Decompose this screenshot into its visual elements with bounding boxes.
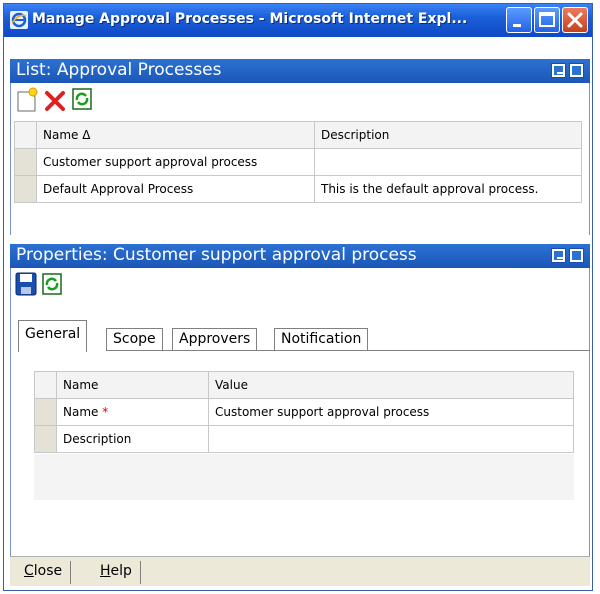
- column-header-description[interactable]: Description: [314, 121, 582, 149]
- property-name-label: Name: [63, 405, 99, 419]
- list-panel-header: List: Approval Processes: [10, 59, 590, 83]
- grid-header-row: Name Value: [34, 371, 574, 399]
- property-value-cell[interactable]: [208, 425, 574, 453]
- properties-panel-header: Properties: Customer support approval pr…: [10, 244, 590, 268]
- table-header-row: Name Δ Description: [14, 121, 582, 149]
- tab-divider: [106, 350, 590, 351]
- property-value-cell[interactable]: Customer support approval process: [208, 398, 574, 426]
- close-icon: [567, 12, 583, 28]
- row-header-cell[interactable]: [14, 175, 37, 203]
- row-description-cell[interactable]: This is the default approval process.: [314, 175, 582, 203]
- grid-empty-area: [34, 454, 574, 500]
- maximize-panel-icon: [572, 251, 581, 260]
- minimize-panel-icon: [554, 66, 564, 75]
- table-row[interactable]: Customer support approval process: [14, 148, 582, 176]
- refresh-icon[interactable]: [41, 272, 63, 300]
- grid-row[interactable]: Description: [34, 425, 574, 453]
- close-button[interactable]: Close: [16, 561, 72, 584]
- tab-approvers[interactable]: Approvers: [172, 328, 258, 351]
- properties-grid: Name Value Name * Customer support appro…: [34, 371, 574, 453]
- minimize-icon: [513, 24, 521, 27]
- tab-notification[interactable]: Notification: [274, 328, 369, 351]
- property-name-cell: Description: [56, 425, 209, 453]
- column-header-name: Name: [56, 371, 209, 399]
- property-name-cell: Name *: [56, 398, 209, 426]
- delete-icon[interactable]: [43, 89, 67, 117]
- required-marker: *: [102, 405, 109, 419]
- close-window-button[interactable]: [562, 7, 588, 33]
- minimize-panel-button[interactable]: [551, 248, 566, 263]
- minimize-panel-button[interactable]: [551, 63, 566, 78]
- maximize-panel-button[interactable]: [569, 248, 584, 263]
- internet-explorer-icon: [10, 11, 28, 29]
- row-header-cell[interactable]: [34, 398, 57, 426]
- minimize-panel-icon: [554, 251, 564, 260]
- maximize-button[interactable]: [534, 7, 560, 33]
- refresh-icon[interactable]: [71, 87, 93, 115]
- approval-processes-table: Name Δ Description Customer support appr…: [14, 121, 582, 203]
- maximize-panel-button[interactable]: [569, 63, 584, 78]
- row-header-cell[interactable]: [34, 425, 57, 453]
- new-icon[interactable]: [15, 87, 39, 117]
- maximize-icon: [539, 12, 555, 27]
- tab-general[interactable]: General: [18, 320, 88, 352]
- help-button[interactable]: Help: [92, 561, 141, 584]
- maximize-panel-icon: [572, 66, 581, 75]
- table-row[interactable]: Default Approval Process This is the def…: [14, 175, 582, 203]
- footer-bar: Close Help: [10, 556, 590, 586]
- column-header-name[interactable]: Name Δ: [36, 121, 315, 149]
- row-description-cell[interactable]: [314, 148, 582, 176]
- browser-window: Manage Approval Processes - Microsoft In…: [3, 3, 593, 591]
- window-title: Manage Approval Processes - Microsoft In…: [32, 11, 468, 27]
- tab-scope[interactable]: Scope: [106, 328, 163, 351]
- minimize-button[interactable]: [506, 7, 532, 33]
- row-header-cell: [14, 121, 37, 149]
- row-header-cell[interactable]: [14, 148, 37, 176]
- save-icon[interactable]: [14, 271, 38, 301]
- row-name-cell[interactable]: Default Approval Process: [36, 175, 315, 203]
- window-titlebar[interactable]: Manage Approval Processes - Microsoft In…: [4, 4, 592, 37]
- column-header-value: Value: [208, 371, 574, 399]
- row-header-cell: [34, 371, 57, 399]
- grid-row[interactable]: Name * Customer support approval process: [34, 398, 574, 426]
- list-panel-body: Name Δ Description Customer support appr…: [10, 83, 590, 235]
- list-panel-title: List: Approval Processes: [16, 60, 222, 80]
- properties-panel-title: Properties: Customer support approval pr…: [16, 245, 417, 265]
- row-name-cell[interactable]: Customer support approval process: [36, 148, 315, 176]
